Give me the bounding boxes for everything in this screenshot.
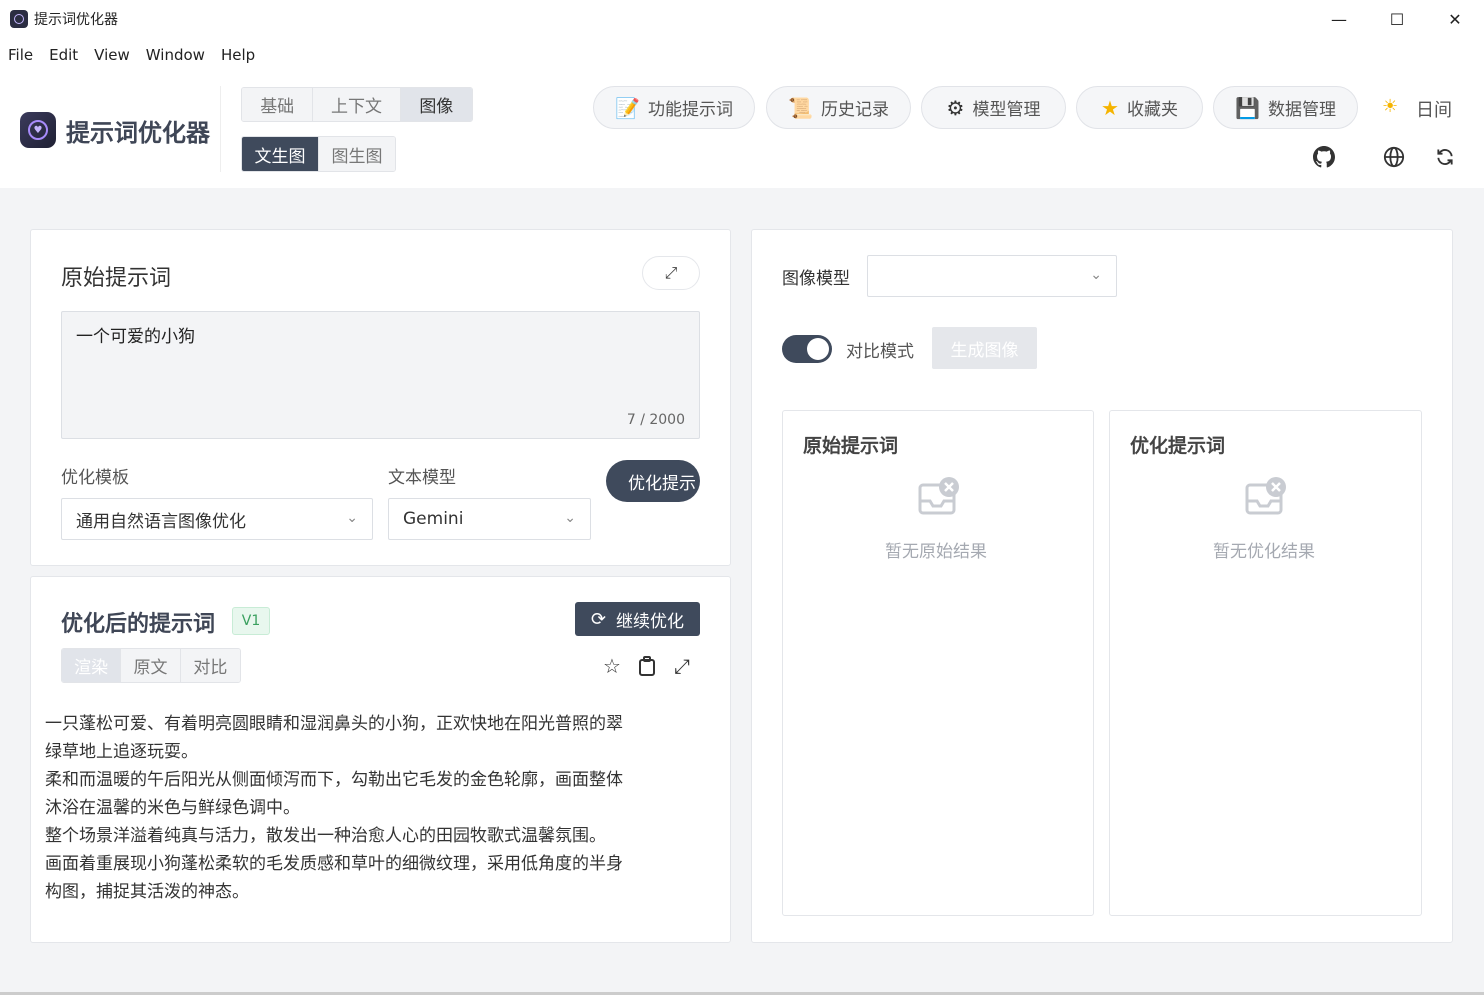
template-select[interactable]: 通用自然语言图像优化 ⌄ (61, 498, 373, 540)
original-result-card: 原始提示词 暂无原始结果 (782, 410, 1094, 916)
window-title: 提示词优化器 (34, 12, 118, 28)
tab-compare[interactable]: 对比 (180, 649, 240, 682)
notepad-icon: 📝 (615, 95, 640, 120)
model-management-button[interactable]: ⚙ 模型管理 (921, 86, 1066, 129)
text-model-label: 文本模型 (388, 468, 456, 488)
template-select-value: 通用自然语言图像优化 (76, 511, 246, 532)
star-icon: ★ (1101, 95, 1119, 120)
continue-optimize-button[interactable]: ⟳ 继续优化 (575, 602, 700, 636)
image-sub-tabs: 文生图 图生图 (241, 136, 396, 172)
app-header: ♥ 提示词优化器 基础 上下文 图像 文生图 图生图 📝 功能提示词 📜 历史记… (0, 72, 1484, 188)
function-prompt-button[interactable]: 📝 功能提示词 (593, 86, 755, 129)
image-model-select[interactable]: ⌄ (867, 255, 1117, 297)
optimized-prompt-title: 优化后的提示词 (61, 612, 216, 637)
refresh-icon[interactable] (1434, 146, 1456, 168)
view-mode-tabs: 渲染 原文 对比 (61, 648, 241, 683)
result-line: 柔和而温暖的午后阳光从侧面倾泻而下，勾勒出它毛发的金色轮廓，画面整体 (45, 770, 623, 790)
menu-view[interactable]: View (94, 46, 130, 64)
data-management-button[interactable]: 💾 数据管理 (1213, 86, 1358, 129)
empty-inbox-icon (1245, 477, 1286, 515)
empty-inbox-icon (918, 477, 959, 515)
template-label: 优化模板 (61, 468, 129, 488)
chevron-down-icon: ⌄ (346, 510, 358, 526)
optimize-button[interactable]: 优化提示 (606, 460, 700, 502)
text-model-select-value: Gemini (403, 509, 464, 529)
optimized-result-card: 优化提示词 暂无优化结果 (1109, 410, 1422, 916)
result-line: 构图，捕捉其活泼的神态。 (45, 882, 249, 902)
tab-text-to-image[interactable]: 文生图 (242, 137, 319, 171)
menu-file[interactable]: File (8, 46, 33, 64)
gear-icon: ⚙ (946, 95, 965, 120)
result-line: 画面着重展现小狗蓬松柔软的毛发质感和草叶的细微纹理，采用低角度的半身 (45, 854, 623, 874)
theme-toggle-label[interactable]: 日间 (1416, 96, 1452, 122)
result-line: 沐浴在温馨的米色与鲜绿色调中。 (45, 798, 300, 818)
scroll-icon: 📜 (788, 95, 813, 120)
close-icon[interactable]: ✕ (1426, 0, 1484, 38)
original-result-title: 原始提示词 (803, 435, 899, 457)
optimized-prompt-text: 一只蓬松可爱、有着明亮圆眼睛和湿润鼻头的小狗，正欢快地在阳光普照的翠 绿草地上追… (45, 710, 655, 906)
star-outline-icon[interactable]: ☆ (600, 654, 624, 678)
char-count: 7 / 2000 (626, 412, 685, 428)
copy-icon[interactable] (635, 654, 659, 678)
menu-bar: File Edit View Window Help (0, 38, 1484, 72)
maximize-icon[interactable]: ☐ (1368, 0, 1426, 38)
version-badge[interactable]: V1 (232, 607, 270, 635)
optimized-result-title: 优化提示词 (1130, 435, 1226, 457)
original-empty-text: 暂无原始结果 (885, 542, 987, 562)
original-prompt-input[interactable]: 一个可爱的小狗 7 / 2000 (61, 311, 700, 439)
favorites-button[interactable]: ★ 收藏夹 (1076, 86, 1203, 129)
result-line: 一只蓬松可爱、有着明亮圆眼睛和湿润鼻头的小狗，正欢快地在阳光普照的翠 (45, 714, 623, 734)
fullscreen-icon[interactable]: ⤢ (670, 654, 694, 678)
continue-optimize-label: 继续优化 (616, 611, 685, 632)
original-prompt-text: 一个可爱的小狗 (76, 327, 195, 347)
history-label: 历史记录 (820, 100, 889, 120)
chevron-down-icon: ⌄ (1090, 267, 1102, 283)
tab-source[interactable]: 原文 (121, 649, 181, 682)
tab-render[interactable]: 渲染 (62, 649, 122, 682)
tab-basic[interactable]: 基础 (242, 88, 314, 121)
toggle-knob (807, 338, 829, 360)
app-icon (10, 10, 28, 28)
expand-button[interactable]: ⤢ (642, 256, 700, 290)
result-line: 绿草地上追逐玩耍。 (45, 742, 198, 762)
history-button[interactable]: 📜 历史记录 (766, 86, 911, 129)
tab-context[interactable]: 上下文 (313, 88, 401, 121)
expand-icon: ⤢ (664, 263, 678, 282)
menu-help[interactable]: Help (221, 46, 255, 64)
chevron-down-icon: ⌄ (564, 510, 576, 526)
data-management-label: 数据管理 (1267, 100, 1336, 120)
optimized-empty-text: 暂无优化结果 (1213, 542, 1315, 562)
compare-mode-toggle[interactable] (782, 335, 832, 363)
tab-image[interactable]: 图像 (400, 88, 472, 121)
tab-image-to-image[interactable]: 图生图 (319, 137, 395, 171)
menu-edit[interactable]: Edit (49, 46, 78, 64)
result-line: 整个场景洋溢着纯真与活力，散发出一种治愈人心的田园牧歌式温馨氛围。 (45, 826, 606, 846)
sun-icon[interactable]: ☀ (1382, 96, 1398, 117)
refresh-icon: ⟳ (590, 608, 607, 630)
favorites-label: 收藏夹 (1126, 100, 1178, 120)
brand-name: 提示词优化器 (66, 118, 210, 147)
mode-tabs: 基础 上下文 图像 (241, 87, 473, 122)
original-prompt-title: 原始提示词 (61, 266, 172, 291)
header-divider (220, 86, 221, 172)
generate-image-button[interactable]: 生成图像 (932, 327, 1037, 369)
brand-logo-icon: ♥ (20, 112, 56, 148)
brand: ♥ 提示词优化器 (20, 112, 210, 148)
menu-window[interactable]: Window (146, 46, 205, 64)
globe-icon[interactable] (1383, 146, 1405, 168)
minimize-icon[interactable]: — (1310, 0, 1368, 38)
floppy-disk-icon: 💾 (1235, 95, 1260, 120)
model-management-label: 模型管理 (972, 100, 1041, 120)
window-controls: — ☐ ✕ (1310, 0, 1484, 38)
function-prompt-label: 功能提示词 (647, 100, 733, 120)
compare-mode-label: 对比模式 (846, 342, 914, 362)
title-bar: 提示词优化器 — ☐ ✕ (0, 0, 1484, 38)
github-icon[interactable] (1313, 146, 1335, 168)
text-model-select[interactable]: Gemini ⌄ (388, 498, 591, 540)
image-model-label: 图像模型 (782, 269, 850, 289)
